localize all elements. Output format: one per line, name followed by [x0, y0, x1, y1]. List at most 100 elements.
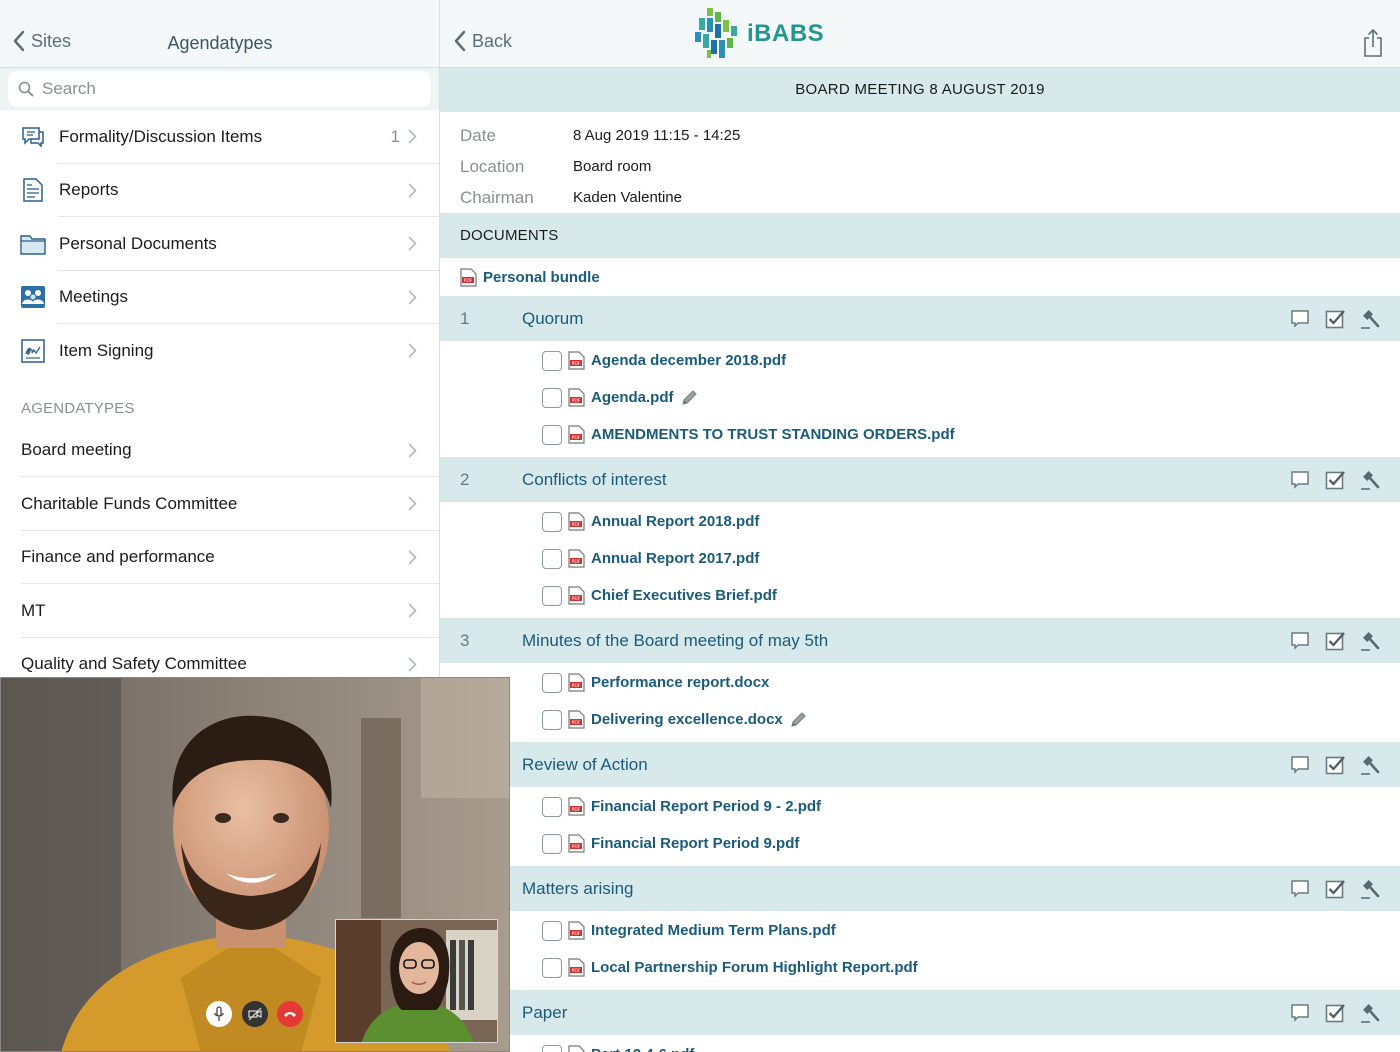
- comment-button[interactable]: [1288, 753, 1312, 777]
- document-checkbox[interactable]: [542, 920, 562, 941]
- gavel-icon: [1361, 309, 1380, 329]
- document-checkbox[interactable]: [542, 709, 562, 730]
- self-view-video[interactable]: [335, 919, 498, 1043]
- agendatype-item[interactable]: MT: [0, 584, 439, 638]
- agenda-item-documents: PDF Performance report.docx PDF Delivering …: [440, 663, 1400, 742]
- comment-button[interactable]: [1288, 1001, 1312, 1025]
- vote-button[interactable]: [1323, 307, 1347, 331]
- personal-bundle-label: Personal bundle: [483, 268, 600, 286]
- vote-button[interactable]: [1323, 877, 1347, 901]
- document-link[interactable]: Annual Report 2017.pdf: [591, 550, 759, 567]
- gavel-icon: [1361, 470, 1380, 490]
- agenda-item-header: 2 Conflicts of interest: [440, 457, 1400, 502]
- pdf-file-icon: PDF: [568, 351, 585, 370]
- ibabs-logo: iBABS: [693, 6, 824, 62]
- document-checkbox[interactable]: [542, 585, 562, 606]
- document-checkbox[interactable]: [542, 548, 562, 569]
- agendatype-item[interactable]: Charitable Funds Committee: [0, 477, 439, 531]
- document-link[interactable]: Financial Report Period 9 - 2.pdf: [591, 798, 821, 815]
- decision-button[interactable]: [1358, 468, 1382, 492]
- document-row: PDF Part 12.4-6.pdf: [440, 1036, 1400, 1052]
- toggle-camera-button[interactable]: [242, 1001, 268, 1027]
- agenda-item-title[interactable]: Matters arising: [522, 879, 1277, 899]
- personal-bundle-link[interactable]: PDF Personal bundle: [440, 258, 1400, 296]
- document-checkbox[interactable]: [542, 796, 562, 817]
- decision-button[interactable]: [1358, 307, 1382, 331]
- menu-item-3[interactable]: Personal Documents: [0, 217, 439, 271]
- document-checkbox[interactable]: [542, 1044, 562, 1052]
- mute-microphone-button[interactable]: [206, 1001, 232, 1027]
- document-checkbox[interactable]: [542, 387, 562, 408]
- meeting-detail-pane: Back iBABS BOARD MEETING 8 AUGUST 2019 D…: [440, 0, 1400, 1052]
- right-navbar: Back iBABS: [440, 0, 1400, 68]
- chevron-right-icon: [408, 290, 417, 305]
- end-call-button[interactable]: [277, 1001, 303, 1027]
- document-row: PDF Local Partnership Forum Highlight Rep…: [440, 949, 1400, 986]
- decision-button[interactable]: [1358, 629, 1382, 653]
- document-link[interactable]: Financial Report Period 9.pdf: [591, 835, 799, 852]
- menu-item-1[interactable]: Formality/Discussion Items 1: [0, 110, 439, 164]
- document-checkbox[interactable]: [542, 672, 562, 693]
- document-link[interactable]: Chief Executives Brief.pdf: [591, 587, 777, 604]
- document-row: PDF Performance report.docx: [440, 664, 1400, 701]
- comment-button[interactable]: [1288, 629, 1312, 653]
- agenda-item-title[interactable]: Conflicts of interest: [522, 470, 1277, 490]
- info-row: Chairman Kaden Valentine: [440, 182, 1400, 213]
- microphone-icon: [214, 1006, 224, 1021]
- document-link[interactable]: Part 12.4-6.pdf: [591, 1046, 694, 1052]
- menu-item-label: Personal Documents: [59, 233, 217, 253]
- vote-button[interactable]: [1323, 753, 1347, 777]
- document-link[interactable]: Delivering excellence.docx: [591, 711, 783, 728]
- agenda-item-title[interactable]: Minutes of the Board meeting of may 5th: [522, 631, 1277, 651]
- video-call-window[interactable]: [0, 677, 510, 1052]
- comment-icon: [1291, 879, 1309, 898]
- agenda-item-title[interactable]: Paper: [522, 1003, 1277, 1023]
- agendatype-item[interactable]: Board meeting: [0, 424, 439, 478]
- comment-button[interactable]: [1288, 877, 1312, 901]
- decision-button[interactable]: [1358, 877, 1382, 901]
- search-field-container[interactable]: [8, 71, 431, 107]
- comment-button[interactable]: [1288, 307, 1312, 331]
- comment-button[interactable]: [1288, 468, 1312, 492]
- menu-item-5[interactable]: Item Signing: [0, 324, 439, 378]
- pdf-file-icon: PDF: [568, 673, 585, 692]
- svg-text:PDF: PDF: [572, 807, 581, 813]
- document-link[interactable]: Performance report.docx: [591, 674, 769, 691]
- agenda-item-header: 3 Minutes of the Board meeting of may 5th: [440, 618, 1400, 663]
- document-link[interactable]: Integrated Medium Term Plans.pdf: [591, 922, 836, 939]
- document-link[interactable]: Local Partnership Forum Highlight Report…: [591, 959, 918, 976]
- menu-item-label: Item Signing: [59, 340, 154, 360]
- agenda-item-actions: [1277, 307, 1382, 331]
- info-label: Chairman: [460, 187, 534, 207]
- pdf-file-icon: PDF: [568, 834, 585, 853]
- document-link[interactable]: Agenda december 2018.pdf: [591, 352, 786, 369]
- document-checkbox[interactable]: [542, 511, 562, 532]
- document-link[interactable]: Annual Report 2018.pdf: [591, 513, 759, 530]
- decision-button[interactable]: [1358, 1001, 1382, 1025]
- vote-button[interactable]: [1323, 468, 1347, 492]
- document-checkbox[interactable]: [542, 350, 562, 371]
- search-input[interactable]: [42, 79, 402, 99]
- svg-text:PDF: PDF: [572, 361, 581, 367]
- agenda-item-title[interactable]: Review of Action: [522, 755, 1277, 775]
- pdf-file-icon: PDF: [568, 586, 585, 605]
- share-button[interactable]: [1362, 28, 1384, 63]
- vote-button[interactable]: [1323, 1001, 1347, 1025]
- checkbox-vote-icon: [1325, 631, 1345, 650]
- back-button[interactable]: Back: [453, 30, 512, 52]
- document-checkbox[interactable]: [542, 424, 562, 445]
- agenda-item-title[interactable]: Quorum: [522, 309, 1277, 329]
- documents-header: DOCUMENTS: [440, 213, 1400, 258]
- menu-item-2[interactable]: Reports: [0, 164, 439, 218]
- document-link[interactable]: AMENDMENTS TO TRUST STANDING ORDERS.pdf: [591, 426, 955, 443]
- camera-off-icon: [248, 1007, 262, 1021]
- vote-button[interactable]: [1323, 629, 1347, 653]
- decision-button[interactable]: [1358, 753, 1382, 777]
- comment-icon: [1291, 309, 1309, 328]
- menu-item-4[interactable]: Meetings: [0, 271, 439, 325]
- agendatype-item[interactable]: Finance and performance: [0, 531, 439, 585]
- document-link[interactable]: Agenda.pdf: [591, 389, 674, 406]
- document-checkbox[interactable]: [542, 957, 562, 978]
- document-checkbox[interactable]: [542, 833, 562, 854]
- document-row: PDF Financial Report Period 9 - 2.pdf: [440, 788, 1400, 825]
